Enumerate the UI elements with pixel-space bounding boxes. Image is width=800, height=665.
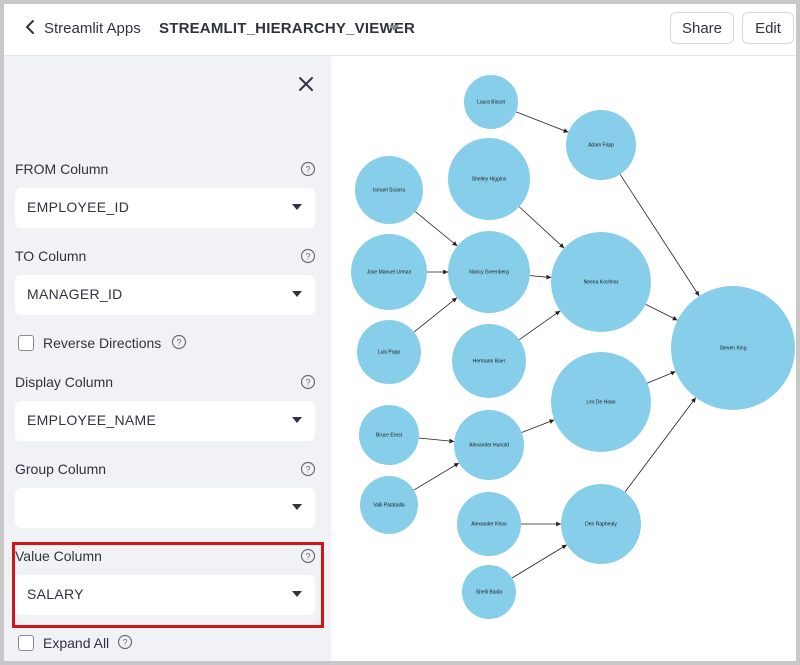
graph-node[interactable]: Jose Manuel Urman (351, 234, 427, 310)
graph-node[interactable]: Neena Kochhar (551, 232, 651, 332)
graph-edge (647, 371, 676, 384)
hierarchy-graph-canvas[interactable]: Laura Bissot Adam Fripp Shelley Higgins Ism… (331, 56, 796, 665)
graph-node-label: Den Raphealy (585, 521, 617, 527)
graph-node[interactable]: Nancy Greenberg (448, 231, 530, 313)
graph-node-label: Neena Kochhar (584, 279, 619, 285)
graph-node-label: Laura Bissot (477, 99, 505, 105)
help-icon[interactable]: ? (300, 461, 316, 477)
help-icon[interactable]: ? (300, 548, 316, 564)
graph-node[interactable]: Shelli Baida (462, 565, 516, 619)
chevron-down-icon (292, 204, 302, 210)
help-icon[interactable]: ? (117, 634, 133, 650)
value-column-value: SALARY (27, 586, 84, 602)
help-icon[interactable]: ? (171, 334, 187, 350)
graph-node[interactable]: Adam Fripp (566, 110, 636, 180)
graph-node-label: Adam Fripp (588, 142, 614, 148)
graph-node-label: Steven King (720, 345, 747, 351)
display-column-select[interactable]: EMPLOYEE_NAME (15, 401, 315, 441)
streamlit-apps-link[interactable]: Streamlit Apps (44, 20, 141, 37)
graph-edge (529, 274, 552, 280)
svg-text:?: ? (305, 552, 310, 562)
chevron-down-icon (292, 591, 302, 597)
graph-node[interactable]: Laura Bissot (464, 75, 518, 129)
help-icon[interactable]: ? (300, 248, 316, 264)
graph-node[interactable]: Valli Pataballa (360, 476, 418, 534)
graph-node[interactable]: Lex De Haan (551, 352, 651, 452)
graph-node-label: Alexander Hunold (469, 442, 509, 448)
graph-edge (415, 211, 458, 247)
chevron-down-icon (292, 291, 302, 297)
graph-node-label: Shelley Higgins (472, 176, 507, 182)
graph-edge (645, 304, 678, 321)
graph-node-label: Ismael Sciarra (373, 187, 405, 193)
svg-text:?: ? (305, 465, 310, 475)
graph-edge (519, 310, 561, 341)
display-column-label: Display Column (15, 374, 114, 390)
graph-node-label: Bruce Ernst (376, 432, 403, 438)
graph-edge (413, 462, 460, 491)
sidebar: FROM Column ? EMPLOYEE_ID TO Column ? MA… (4, 56, 331, 661)
graph-node-label: Shelli Baida (476, 589, 503, 595)
graph-node-label: Nancy Greenberg (469, 269, 509, 275)
to-column-select[interactable]: MANAGER_ID (15, 275, 315, 315)
reverse-directions-checkbox[interactable] (18, 335, 34, 351)
graph-node[interactable]: Hermann Baer (452, 324, 526, 398)
from-column-select[interactable]: EMPLOYEE_ID (15, 188, 315, 228)
help-icon[interactable]: ? (300, 161, 316, 177)
value-column-select[interactable]: SALARY (15, 575, 315, 615)
graph-node-label: Lex De Haan (586, 399, 615, 405)
display-column-value: EMPLOYEE_NAME (27, 412, 157, 428)
share-button[interactable]: Share (670, 12, 734, 44)
app-window: Streamlit Apps STREAMLIT_HIERARCHY_VIEWE… (0, 0, 800, 665)
group-column-select[interactable] (15, 488, 315, 528)
reverse-directions-label[interactable]: Reverse Directions (43, 335, 161, 351)
chevron-down-icon (292, 504, 302, 510)
svg-text:?: ? (305, 252, 310, 262)
graph-edge (521, 419, 555, 433)
expand-all-checkbox[interactable] (18, 635, 34, 651)
graph-edge (516, 111, 569, 133)
graph-node[interactable]: Den Raphealy (561, 484, 641, 564)
graph-node[interactable]: Alexander Khoo (457, 492, 521, 556)
graph-node-label: Jose Manuel Urman (367, 269, 412, 275)
from-column-value: EMPLOYEE_ID (27, 199, 130, 215)
graph-node[interactable]: Ismael Sciarra (355, 156, 423, 224)
graph-node-label: Valli Pataballa (373, 502, 405, 508)
chevron-down-icon (292, 417, 302, 423)
svg-text:?: ? (122, 638, 127, 648)
help-icon[interactable]: ? (300, 374, 316, 390)
edit-button[interactable]: Edit (742, 12, 794, 44)
graph-edge (418, 437, 455, 444)
graph-node-label: Alexander Khoo (471, 521, 507, 527)
value-column-label: Value Column (15, 548, 102, 564)
svg-text:?: ? (176, 338, 181, 348)
graph-edge (413, 297, 458, 333)
hierarchy-graph[interactable]: Laura Bissot Adam Fripp Shelley Higgins Ism… (331, 56, 796, 665)
graph-node-label: Hermann Baer (473, 358, 506, 364)
svg-text:?: ? (305, 378, 310, 388)
group-column-label: Group Column (15, 461, 107, 477)
caret-down-icon[interactable] (389, 24, 399, 32)
graph-node[interactable]: Bruce Ernst (359, 405, 419, 465)
graph-node[interactable]: Luis Popp (357, 320, 421, 384)
graph-edge (511, 544, 568, 579)
svg-text:?: ? (305, 165, 310, 175)
graph-node-label: Luis Popp (378, 349, 400, 355)
expand-all-label[interactable]: Expand All (43, 635, 109, 651)
back-arrow-icon[interactable] (22, 18, 38, 36)
to-column-value: MANAGER_ID (27, 286, 123, 302)
app-title: STREAMLIT_HIERARCHY_VIEWER (159, 20, 416, 37)
graph-node[interactable]: Shelley Higgins (448, 138, 530, 220)
graph-node[interactable]: Steven King (671, 286, 795, 410)
graph-node[interactable]: Alexander Hunold (454, 410, 524, 480)
to-column-label: TO Column (15, 248, 87, 264)
graph-edge (518, 206, 565, 249)
top-bar: Streamlit Apps STREAMLIT_HIERARCHY_VIEWE… (4, 4, 796, 56)
close-icon[interactable] (297, 75, 315, 93)
from-column-label: FROM Column (15, 161, 109, 177)
